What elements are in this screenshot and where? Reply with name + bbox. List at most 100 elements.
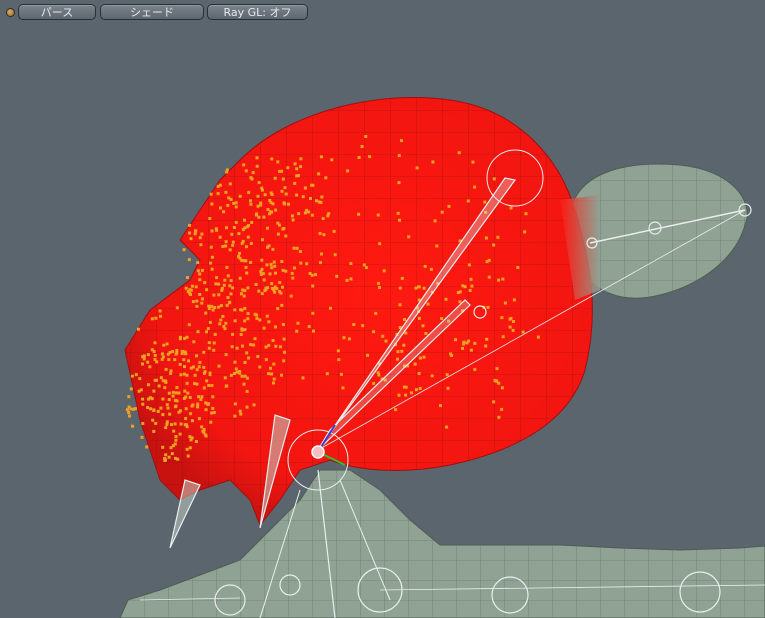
vertex-point [208,373,212,377]
vertex-point [414,388,418,392]
vertex-point [400,349,404,353]
vertex-point [260,186,264,190]
vertex-point [377,281,380,285]
vertex-point [188,446,192,450]
vertex-point [276,307,280,311]
vertex-point [278,281,282,284]
vertex-point [280,169,284,173]
vertex-point [229,292,233,296]
vertex-point [141,402,145,406]
vertex-point [291,276,295,280]
vertex-point [146,353,150,357]
vertex-point [422,286,426,290]
3d-viewport[interactable]: パース シェード Ray GL: オフ [0,0,765,618]
vertex-point [261,238,264,242]
vertex-point [415,166,419,170]
vertex-point [440,210,444,214]
vertex-point [127,405,131,409]
vertex-point [524,212,528,216]
selected-head-mesh[interactable] [124,97,600,526]
vertex-point [260,258,264,262]
vertex-point [146,360,150,364]
vertex-point [429,267,433,271]
vertex-point [307,210,311,214]
vertex-point [233,360,237,364]
vertex-point [295,167,299,171]
vertex-point [486,305,490,309]
vertex-point [210,255,214,259]
vertex-point [509,316,513,320]
vertex-point [276,221,280,225]
vertex-point [254,283,258,286]
vertex-point [378,242,382,246]
vertex-point [228,248,232,252]
vertex-point [186,290,190,294]
vertex-point [165,403,169,407]
vertex-point [129,387,133,391]
vertex-point [190,284,194,288]
vertex-point [229,373,233,377]
vertex-point [336,349,340,353]
vertex-point [257,289,261,293]
vertex-point [311,183,315,187]
vertex-point [292,266,296,270]
vertex-point [246,235,250,239]
vertex-point [487,275,491,279]
vertex-point [205,379,209,383]
vertex-point [220,288,224,292]
raygl-toggle-button[interactable]: Ray GL: オフ [207,4,308,20]
vertex-point [247,190,251,194]
vertex-point [264,286,268,290]
vertex-point [243,306,247,310]
unselected-body-mesh[interactable] [119,469,765,618]
vertex-point [194,229,198,233]
vertex-point [511,328,515,332]
vertex-point [410,391,413,395]
vertex-point [142,354,146,358]
vertex-point [247,224,251,227]
view-mode-button[interactable]: パース [18,4,96,20]
vertex-point [446,386,450,390]
vertex-point [244,265,248,269]
vertex-point [495,367,499,371]
vertex-point [273,176,277,180]
vertex-point [372,381,376,385]
vertex-point [154,421,158,425]
vertex-point [187,323,191,327]
vertex-point [293,181,297,185]
vertex-point [423,264,427,268]
viewport-canvas[interactable] [0,0,765,618]
vertex-point [193,232,197,236]
vertex-point [258,365,262,369]
vertex-point [163,459,167,462]
vertex-point [222,283,226,287]
vertex-point [205,288,209,292]
vertex-point [301,376,305,380]
vertex-point [153,357,157,361]
vertex-point [161,445,165,449]
vertex-point [398,303,402,307]
vertex-point [207,341,211,345]
vertex-point [217,293,221,297]
vertex-point [234,205,238,209]
vertex-point [324,176,328,180]
vertex-point [283,202,287,206]
vertex-point [439,404,442,408]
vertex-point [494,379,498,383]
vertex-point [133,407,137,411]
viewport-menu-dot-icon[interactable] [7,9,14,16]
vertex-point [307,325,311,329]
vertex-point [473,341,477,345]
vertex-point [177,410,181,414]
vertex-point [183,336,187,340]
shading-mode-button[interactable]: シェード [100,4,204,20]
vertex-point [407,235,411,239]
vertex-point [241,228,245,232]
vertex-point [497,278,501,282]
vertex-point [265,314,269,318]
vertex-point [295,246,299,250]
vertex-point [292,246,296,250]
vertex-point [257,181,261,185]
vertex-point [404,393,408,397]
vertex-point [211,395,215,399]
